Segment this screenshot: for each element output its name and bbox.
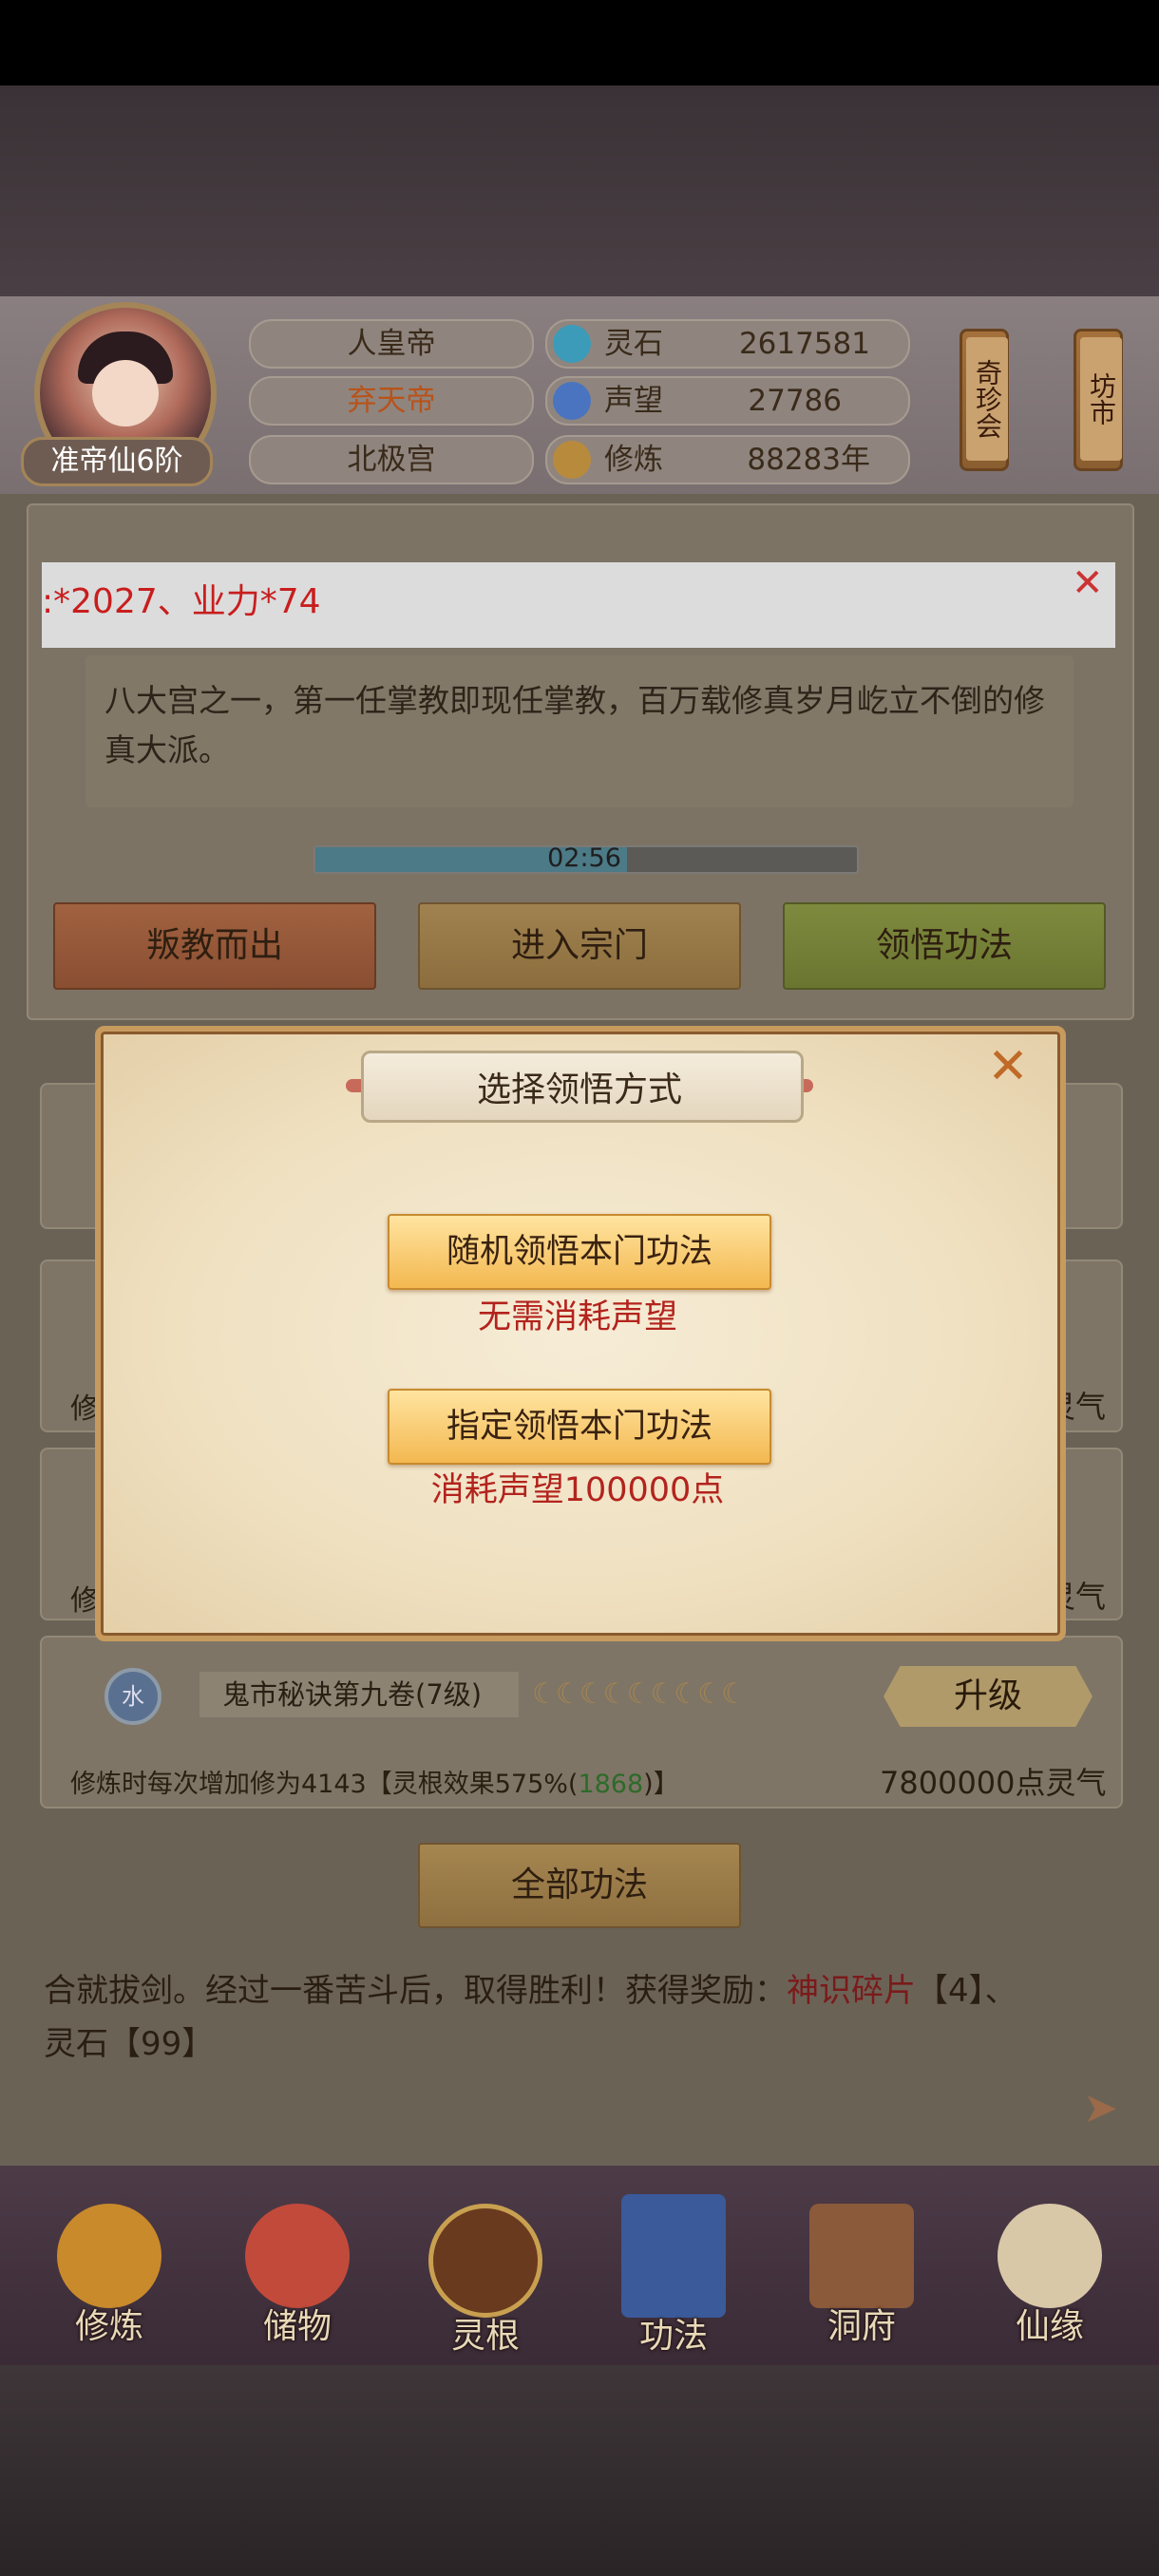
upgrade-button[interactable]: 升级	[884, 1666, 1092, 1727]
dialog-title: 选择领悟方式	[476, 1070, 682, 1109]
nav-spirit-root[interactable]: 灵根	[414, 2194, 557, 2365]
market-scroll[interactable]: 坊市	[1074, 329, 1123, 471]
nav-storage[interactable]: 储物	[226, 2194, 369, 2365]
spirit-root-icon	[428, 2204, 542, 2318]
water-element-icon: 水	[104, 1668, 162, 1725]
title-pill-1[interactable]: 人皇帝	[249, 319, 534, 369]
spirit-stone-counter: 灵石 2617581	[545, 319, 910, 369]
nav-technique[interactable]: 功法	[602, 2185, 745, 2356]
comprehend-skill-button[interactable]: 领悟功法	[783, 902, 1106, 990]
storage-bag-icon	[245, 2204, 350, 2308]
nav-cave[interactable]: 洞府	[790, 2194, 933, 2365]
skill-level-marks: ☾☾☾☾☾☾☾☾☾	[532, 1677, 747, 1711]
skill-description: 修炼时每次增加修为4143【灵根效果575%(1868)】	[70, 1770, 679, 1799]
reward-notice-text: :*2027、业力*74	[42, 582, 321, 621]
cave-abode-icon	[809, 2204, 914, 2308]
enter-sect-button[interactable]: 进入宗门	[418, 902, 741, 990]
random-comprehend-note: 无需消耗声望	[477, 1298, 677, 1336]
skill-cost: 7800000点灵气	[880, 1765, 1107, 1801]
spirit-stone-icon	[553, 325, 591, 363]
prestige-counter: 声望 27786	[545, 376, 910, 426]
specific-comprehend-button[interactable]: 指定领悟本门功法	[388, 1389, 771, 1465]
cultivation-counter: 修炼 88283年	[545, 435, 910, 484]
meditation-icon	[553, 441, 591, 479]
nav-cultivate[interactable]: 修炼	[38, 2194, 180, 2365]
immortal-fate-icon	[998, 2204, 1102, 2308]
nav-immortal-fate[interactable]: 仙缘	[978, 2194, 1121, 2365]
bottom-backdrop	[0, 2365, 1159, 2576]
technique-book-icon	[621, 2194, 726, 2318]
skill-name: 鬼市秘诀第九卷(7级)	[200, 1672, 519, 1717]
close-icon[interactable]: ✕	[984, 1042, 1032, 1091]
close-icon[interactable]: ✕	[1072, 564, 1110, 602]
title-pill-3[interactable]: 北极宫	[249, 435, 534, 484]
all-skills-button[interactable]: 全部功法	[418, 1843, 741, 1928]
treasure-fair-scroll[interactable]: 奇珍会	[960, 329, 1009, 471]
sect-description: 八大宫之一，第一任掌教即现任掌教，百万载修真岁月屹立不倒的修真大派。	[104, 682, 1045, 768]
specific-comprehend-note: 消耗声望100000点	[430, 1471, 725, 1509]
battle-log: 合就拔剑。经过一番苦斗后，取得胜利！获得奖励：神识碎片【4】、 灵石【99】	[44, 1972, 1017, 2063]
prestige-icon	[553, 382, 591, 420]
leave-sect-button[interactable]: 叛教而出	[53, 902, 376, 990]
player-rank: 准帝仙6阶	[21, 437, 213, 486]
status-bar-area	[0, 0, 1159, 85]
scroll-arrow-icon[interactable]: ➤	[1083, 2084, 1118, 2132]
top-backdrop	[0, 85, 1159, 299]
random-comprehend-button[interactable]: 随机领悟本门功法	[388, 1214, 771, 1290]
title-pill-2[interactable]: 弃天帝	[249, 376, 534, 426]
cultivate-icon	[57, 2204, 162, 2308]
timer-text: 02:56	[547, 843, 621, 873]
